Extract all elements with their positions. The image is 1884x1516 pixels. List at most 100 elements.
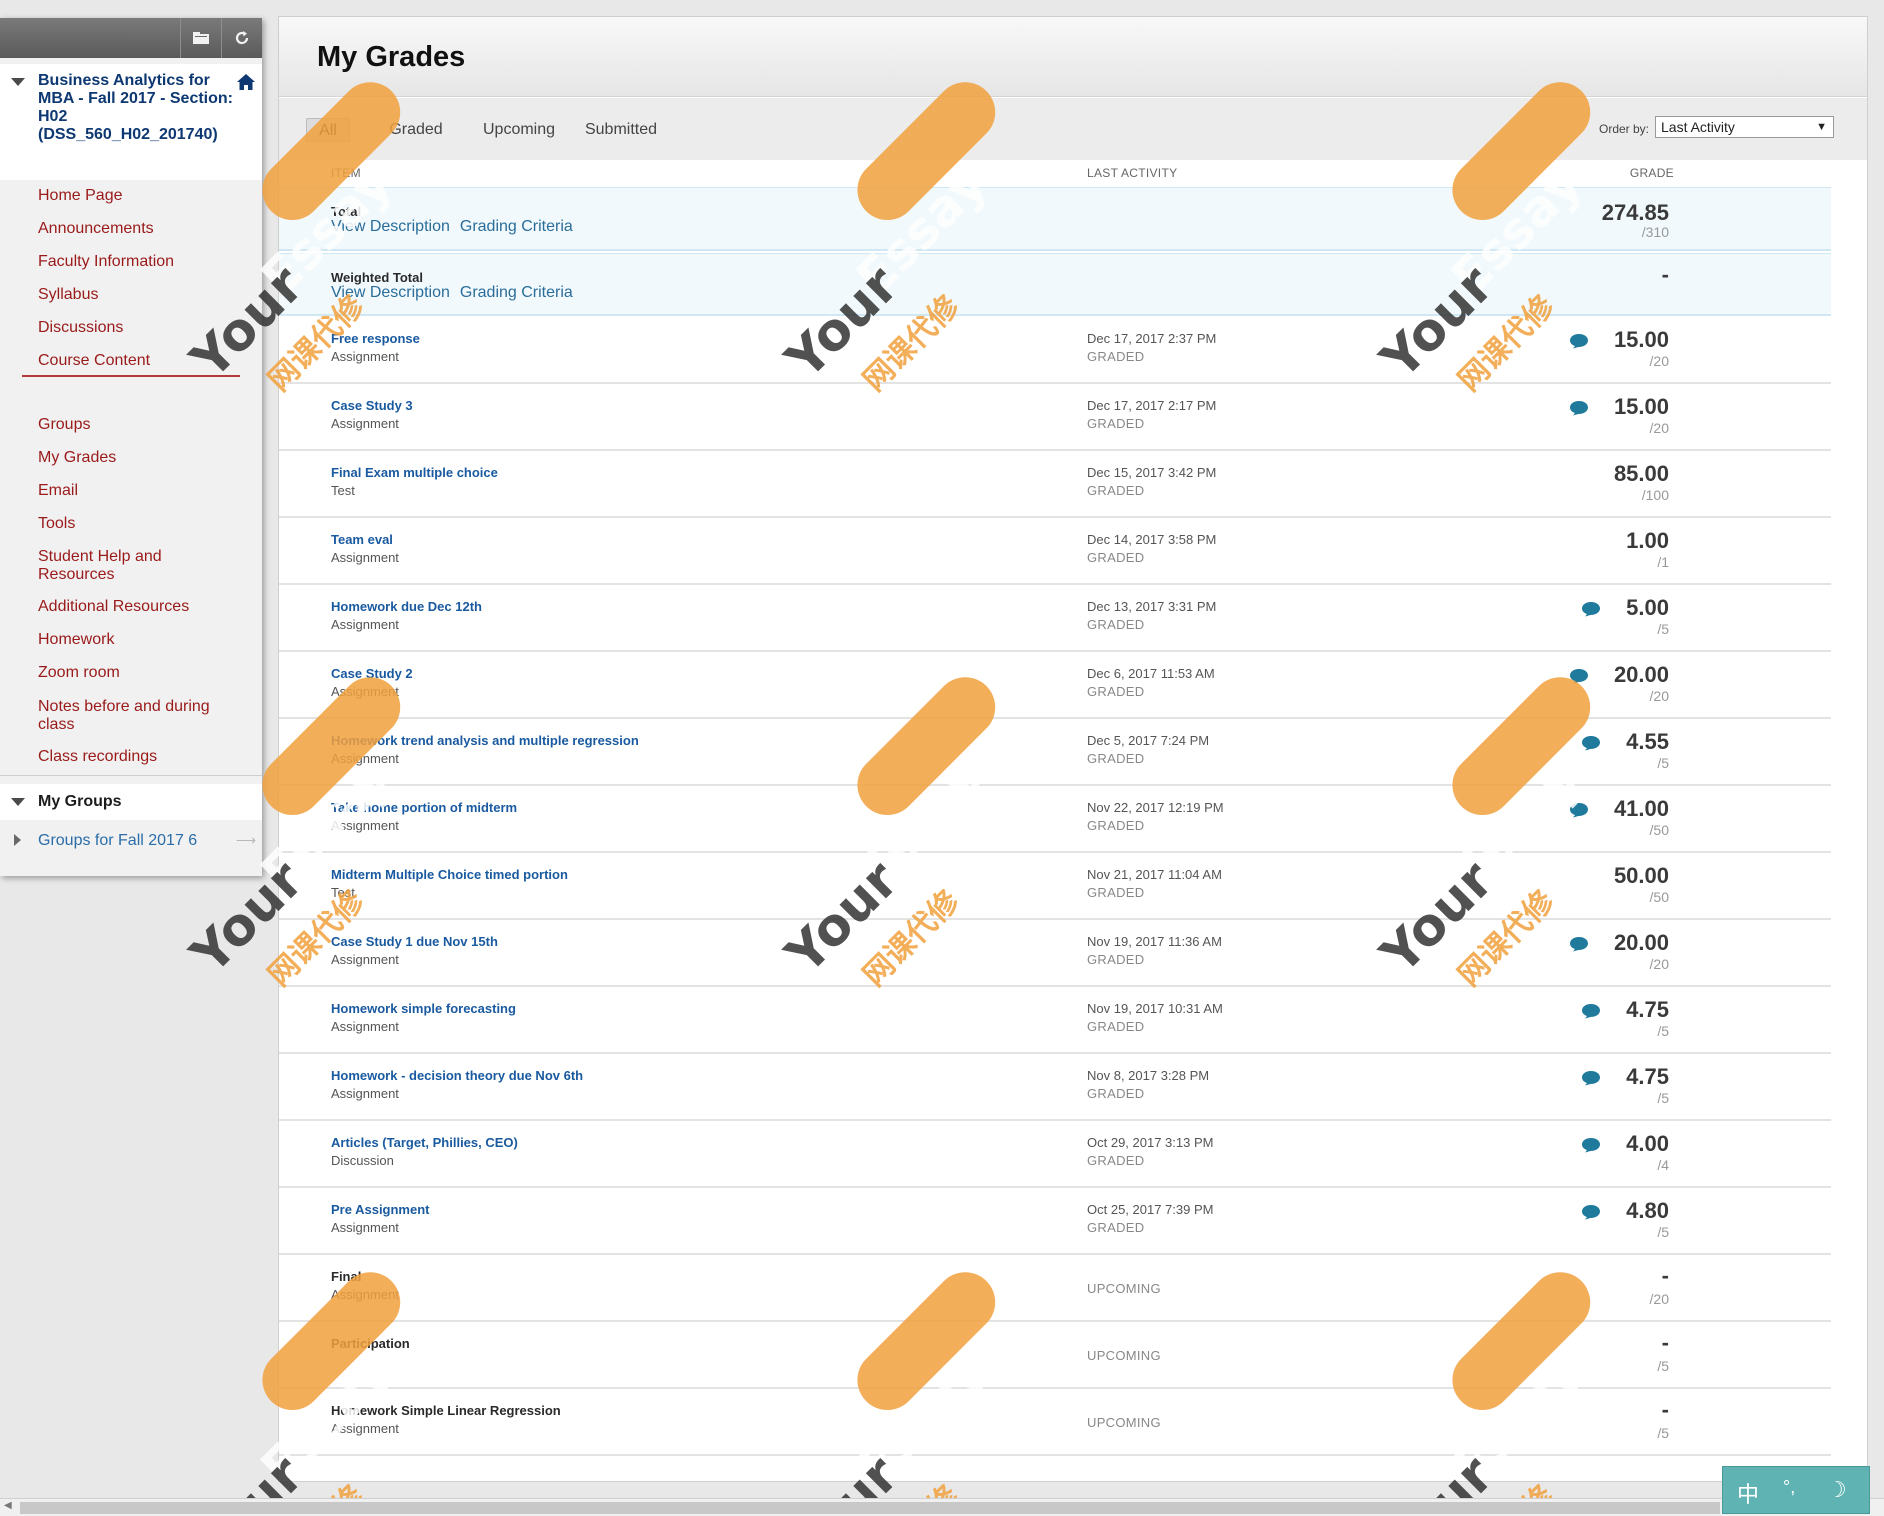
ime-language[interactable]: 中 (1737, 1477, 1759, 1509)
tab-upcoming[interactable]: Upcoming (479, 118, 559, 142)
grade-item-score: 20.00 (1613, 930, 1669, 955)
sidebar-item-syllabus[interactable]: Syllabus (38, 286, 238, 304)
grade-item-outof: /5 (1657, 1425, 1669, 1441)
grade-item-date: Dec 17, 2017 2:17 PM (1087, 398, 1217, 413)
grade-item-score: 41.00 (1613, 796, 1669, 821)
comment-icon[interactable] (1569, 936, 1589, 952)
my-groups-header[interactable]: My Groups (0, 784, 262, 820)
grade-item-title[interactable]: Case Study 3 (331, 398, 413, 413)
grading-criteria-link[interactable]: Grading Criteria (460, 218, 573, 235)
arrow-right-icon[interactable]: ⟶ (236, 832, 256, 849)
grade-item-title[interactable]: Case Study 1 due Nov 15th (331, 934, 498, 949)
ime-punctuation[interactable]: °, (1783, 1477, 1795, 1498)
grade-item-type: Assignment (331, 684, 399, 699)
total-row: Total View Description Grading Criteria 274… (279, 187, 1831, 251)
col-header-last-activity[interactable]: LAST ACTIVITY (1087, 166, 1177, 180)
comment-icon[interactable] (1569, 668, 1589, 684)
scroll-thumb[interactable] (20, 1502, 1720, 1514)
grade-item-score: - (1661, 1330, 1669, 1355)
grade-item-score: 50.00 (1613, 863, 1669, 888)
sidebar-item-home-page[interactable]: Home Page (38, 187, 238, 205)
collapse-triangle-icon[interactable] (11, 78, 25, 86)
grade-item-title[interactable]: Team eval (331, 532, 393, 547)
grade-item-title[interactable]: Final Exam multiple choice (331, 465, 498, 480)
page-header: My Grades (279, 17, 1867, 97)
grading-criteria-link[interactable]: Grading Criteria (460, 284, 573, 301)
grade-item-title[interactable]: Take home portion of midterm (331, 800, 517, 815)
sidebar-item-additional-resources[interactable]: Additional Resources (38, 598, 238, 616)
grade-item-title[interactable]: Midterm Multiple Choice timed portion (331, 867, 568, 882)
grade-item-status: GRADED (1087, 952, 1145, 967)
grade-item-outof: /100 (1641, 487, 1669, 503)
course-header[interactable]: Business Analytics for MBA - Fall 2017 -… (0, 64, 262, 180)
home-icon[interactable] (236, 72, 256, 92)
refresh-icon[interactable] (221, 18, 261, 58)
grade-item-title[interactable]: Homework due Dec 12th (331, 599, 482, 614)
filter-bar: All Graded Upcoming Submitted Order by: … (279, 98, 1867, 160)
grade-item-title[interactable]: Homework - decision theory due Nov 6th (331, 1068, 583, 1083)
grade-item-title[interactable]: Free response (331, 331, 420, 346)
sidebar-item-homework[interactable]: Homework (38, 631, 238, 649)
sidebar-item-my-grades[interactable]: My Grades (38, 449, 238, 467)
grade-item-outof: /20 (1649, 420, 1669, 436)
comment-icon[interactable] (1581, 735, 1601, 751)
total-score: 274.85 (1601, 200, 1669, 225)
sidebar-item-announcements[interactable]: Announcements (38, 220, 238, 238)
groups-link[interactable]: Groups for Fall 2017 6 (38, 832, 197, 850)
my-groups-title[interactable]: My Groups (38, 793, 122, 811)
comment-icon[interactable] (1581, 1070, 1601, 1086)
course-title[interactable]: Business Analytics for MBA - Fall 2017 -… (38, 72, 238, 144)
grade-item-title[interactable]: Homework simple forecasting (331, 1001, 516, 1016)
sidebar-item-tools[interactable]: Tools (38, 515, 238, 533)
grade-item-title[interactable]: Case Study 2 (331, 666, 413, 681)
grade-item-score: 4.80 (1626, 1198, 1669, 1223)
sidebar-item-discussions[interactable]: Discussions (38, 319, 238, 337)
sidebar-item-student-help[interactable]: Student Help and Resources (38, 548, 238, 584)
grade-item-type: Assignment (331, 416, 399, 431)
course-menu: Business Analytics for MBA - Fall 2017 -… (0, 18, 262, 876)
scroll-left-icon[interactable]: ◀ (4, 1500, 12, 1511)
folder-view-icon[interactable] (180, 18, 220, 58)
sidebar-item-class-recordings[interactable]: Class recordings (38, 748, 238, 766)
sidebar-item-email[interactable]: Email (38, 482, 238, 500)
collapse-triangle-icon[interactable] (11, 798, 25, 806)
sidebar-item-zoom-room[interactable]: Zoom room (38, 664, 238, 682)
grade-item-date: Dec 5, 2017 7:24 PM (1087, 733, 1210, 748)
sidebar-item-course-content[interactable]: Course Content (38, 352, 238, 370)
tab-graded[interactable]: Graded (383, 118, 449, 142)
tab-submitted[interactable]: Submitted (579, 118, 663, 142)
tab-all[interactable]: All (306, 118, 350, 142)
comment-icon[interactable] (1569, 333, 1589, 349)
grade-item-title: Final (331, 1269, 362, 1284)
expand-triangle-icon[interactable] (14, 834, 21, 846)
ime-toolbar[interactable]: 中 °, ☽ (1722, 1466, 1870, 1514)
order-by-label: Order by: (1599, 122, 1650, 136)
comment-icon[interactable] (1569, 802, 1589, 818)
grade-item-type: Assignment (331, 1421, 399, 1436)
col-header-grade[interactable]: GRADE (1630, 166, 1674, 180)
grade-item-type: Assignment (331, 617, 399, 632)
comment-icon[interactable] (1581, 1204, 1601, 1220)
comment-icon[interactable] (1581, 601, 1601, 617)
grade-item-title[interactable]: Pre Assignment (331, 1202, 430, 1217)
col-header-item[interactable]: ITEM (331, 166, 361, 180)
sidebar-item-faculty-information[interactable]: Faculty Information (38, 253, 238, 271)
grade-item-type: Discussion (331, 1153, 394, 1168)
grade-item-outof: /5 (1657, 1090, 1669, 1106)
comment-icon[interactable] (1569, 400, 1589, 416)
horizontal-scrollbar[interactable]: ◀ (0, 1498, 1884, 1516)
grade-item-title[interactable]: Articles (Target, Phillies, CEO) (331, 1135, 518, 1150)
view-description-link[interactable]: View Description (331, 218, 450, 235)
sidebar-item-notes-before-class[interactable]: Notes before and during class (38, 698, 238, 734)
view-description-link[interactable]: View Description (331, 284, 450, 301)
comment-icon[interactable] (1581, 1003, 1601, 1019)
grade-item-type: Test (331, 885, 355, 900)
comment-icon[interactable] (1581, 1137, 1601, 1153)
grade-item-status: GRADED (1087, 1153, 1145, 1168)
sidebar-item-groups[interactable]: Groups (38, 416, 238, 434)
grade-row: Team eval Assignment Dec 14, 2017 3:58 PM G… (279, 518, 1831, 585)
group-item[interactable]: Groups for Fall 2017 6 ⟶ (0, 826, 262, 856)
order-by-select[interactable]: Last Activity ▼ (1655, 116, 1834, 138)
grade-item-title[interactable]: Homework trend analysis and multiple reg… (331, 733, 639, 748)
moon-icon[interactable]: ☽ (1827, 1477, 1847, 1503)
